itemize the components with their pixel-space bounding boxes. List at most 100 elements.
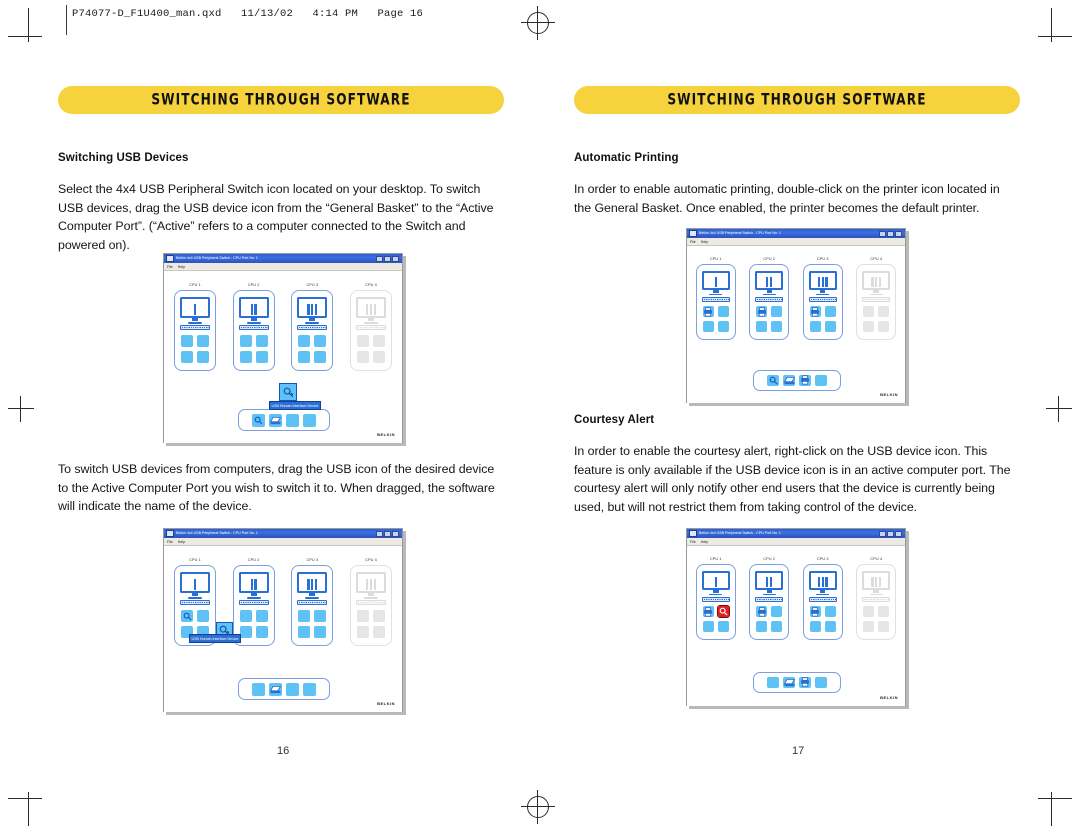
window-controls[interactable] xyxy=(879,530,902,537)
usb-slot[interactable] xyxy=(756,606,768,618)
menu-file[interactable]: File xyxy=(167,538,173,546)
cpu-port-3[interactable]: CPU 3 xyxy=(802,557,843,641)
usb-slot[interactable] xyxy=(255,335,268,347)
cpu-port-1[interactable]: CPU 1 xyxy=(696,557,736,641)
usb-slot[interactable] xyxy=(717,621,729,633)
title-bar[interactable]: Belkin 4x4 USB Peripheral Switch - CPU P… xyxy=(687,229,905,238)
cpu-port-box[interactable] xyxy=(291,565,334,646)
usb-slot[interactable] xyxy=(824,621,836,633)
screenshot-1-window[interactable]: Belkin 4x4 USB Peripheral Switch - CPU P… xyxy=(163,253,403,443)
cpu-port-box[interactable] xyxy=(349,565,392,646)
usb-slot[interactable] xyxy=(756,321,768,333)
usb-slot[interactable] xyxy=(824,306,836,318)
usb-slot[interactable] xyxy=(863,321,875,333)
close-button[interactable] xyxy=(895,530,902,537)
menu-file[interactable]: File xyxy=(167,263,173,271)
usb-slot[interactable] xyxy=(702,306,714,318)
basket-slot[interactable] xyxy=(269,682,282,696)
cpu-port-4[interactable]: CPU 4 xyxy=(349,558,392,646)
usb-slot[interactable] xyxy=(239,351,252,363)
usb-slot[interactable] xyxy=(356,351,369,363)
usb-slot[interactable] xyxy=(197,610,209,622)
usb-slot[interactable] xyxy=(356,626,369,638)
minimize-button[interactable] xyxy=(376,255,383,262)
menu-file[interactable]: File xyxy=(690,238,696,246)
maximize-button[interactable] xyxy=(887,530,894,537)
title-bar[interactable]: Belkin 4x4 USB Peripheral Switch - CPU P… xyxy=(164,529,402,538)
usb-slot[interactable] xyxy=(809,606,821,618)
usb-slot[interactable] xyxy=(771,306,783,318)
usb-slot[interactable] xyxy=(314,335,327,347)
usb-slot[interactable] xyxy=(771,321,783,333)
usb-slot[interactable] xyxy=(824,321,836,333)
maximize-button[interactable] xyxy=(384,530,391,537)
cpu-port-1[interactable]: CPU 1 xyxy=(696,257,736,341)
menu-help[interactable]: Help xyxy=(178,263,185,271)
cpu-port-box[interactable] xyxy=(696,264,736,341)
usb-slot[interactable] xyxy=(878,621,890,633)
cpu-port-box[interactable] xyxy=(349,290,392,371)
usb-slot[interactable] xyxy=(878,321,890,333)
usb-slot[interactable] xyxy=(824,606,836,618)
basket-slot[interactable] xyxy=(783,676,795,689)
cpu-port-2[interactable]: CPU 2 xyxy=(232,558,275,646)
usb-slot[interactable] xyxy=(809,321,821,333)
usb-slot[interactable] xyxy=(771,621,783,633)
usb-slot[interactable] xyxy=(863,621,875,633)
menu-file[interactable]: File xyxy=(690,538,696,546)
usb-slot[interactable] xyxy=(809,621,821,633)
usb-slot[interactable] xyxy=(314,351,327,363)
basket-slot[interactable] xyxy=(252,682,265,696)
usb-slot[interactable] xyxy=(863,306,875,318)
usb-slot[interactable] xyxy=(717,321,729,333)
dragged-usb-icon[interactable] xyxy=(279,383,297,401)
usb-slot[interactable] xyxy=(702,321,714,333)
close-button[interactable] xyxy=(392,255,399,262)
usb-slot[interactable] xyxy=(372,335,385,347)
usb-slot[interactable] xyxy=(239,335,252,347)
cpu-port-1[interactable]: CPU 1 xyxy=(174,283,216,371)
menu-bar[interactable]: File Help xyxy=(687,538,905,546)
menu-help[interactable]: Help xyxy=(701,538,708,546)
maximize-button[interactable] xyxy=(384,255,391,262)
screenshot-3-window[interactable]: Belkin 4x4 USB Peripheral Switch - CPU P… xyxy=(686,228,906,403)
usb-slot[interactable] xyxy=(771,606,783,618)
close-button[interactable] xyxy=(392,530,399,537)
window-controls[interactable] xyxy=(376,530,399,537)
usb-slot[interactable] xyxy=(702,606,714,618)
cpu-port-box[interactable] xyxy=(802,564,843,641)
usb-slot[interactable] xyxy=(298,610,311,622)
window-controls[interactable] xyxy=(879,230,902,237)
usb-slot[interactable] xyxy=(372,351,385,363)
close-button[interactable] xyxy=(895,230,902,237)
usb-slot[interactable] xyxy=(181,351,193,363)
usb-slot[interactable] xyxy=(717,306,729,318)
title-bar[interactable]: Belkin 4x4 USB Peripheral Switch - CPU P… xyxy=(164,254,402,263)
cpu-port-box[interactable] xyxy=(696,564,736,641)
basket-slot[interactable] xyxy=(799,374,811,387)
basket-slot[interactable] xyxy=(814,374,827,387)
menu-bar[interactable]: File Help xyxy=(164,538,402,546)
usb-slot[interactable] xyxy=(197,335,209,347)
cpu-port-3[interactable]: CPU 3 xyxy=(802,257,843,341)
usb-slot[interactable] xyxy=(255,351,268,363)
basket-slot[interactable] xyxy=(286,413,299,427)
usb-slot[interactable] xyxy=(878,306,890,318)
basket-slot[interactable] xyxy=(252,413,265,427)
minimize-button[interactable] xyxy=(879,230,886,237)
menu-help[interactable]: Help xyxy=(701,238,708,246)
usb-slot[interactable] xyxy=(239,626,252,638)
basket-slot[interactable] xyxy=(303,413,316,427)
cpu-port-box[interactable] xyxy=(232,290,275,371)
basket-slot[interactable] xyxy=(286,682,299,696)
cpu-port-box[interactable] xyxy=(856,564,896,641)
basket-slot[interactable] xyxy=(814,676,827,689)
cpu-port-box[interactable] xyxy=(291,290,334,371)
basket-slot[interactable] xyxy=(767,374,780,387)
usb-slot[interactable] xyxy=(356,335,369,347)
maximize-button[interactable] xyxy=(887,230,894,237)
cpu-port-3[interactable]: CPU 3 xyxy=(291,283,334,371)
basket-slot[interactable] xyxy=(799,676,811,689)
basket-slot[interactable] xyxy=(269,413,282,427)
cpu-port-box[interactable] xyxy=(749,564,790,641)
